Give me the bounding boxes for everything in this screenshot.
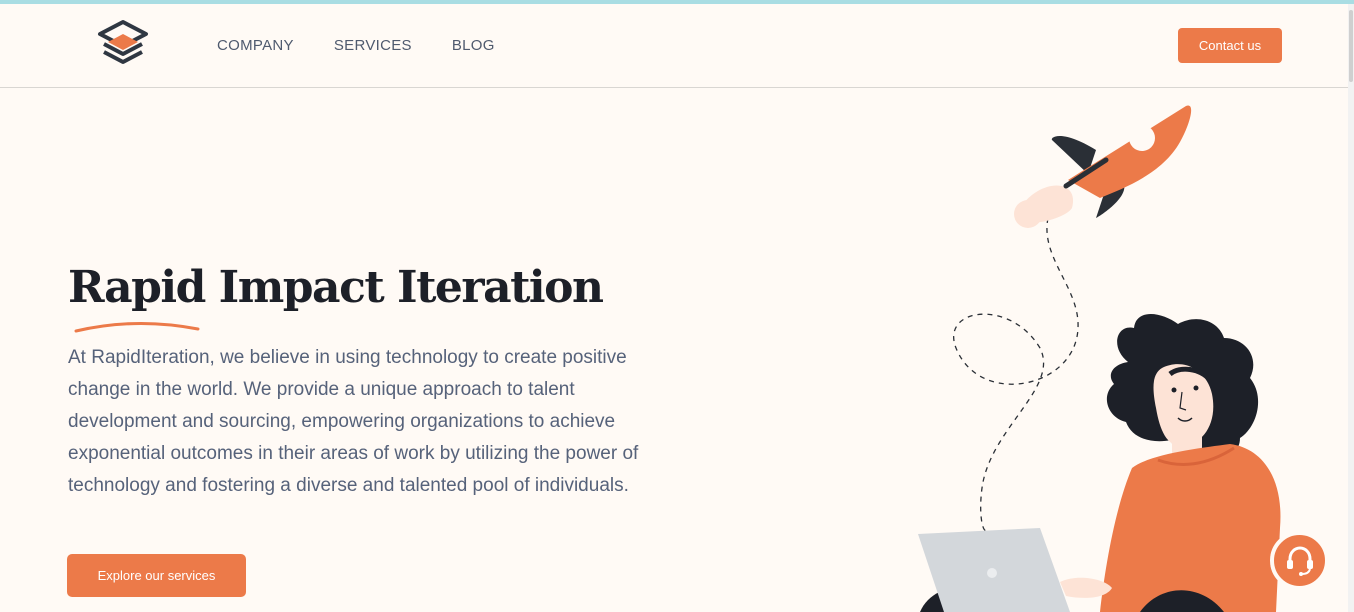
contact-us-button[interactable]: Contact us (1178, 28, 1282, 63)
nav-blog[interactable]: BLOG (452, 37, 495, 54)
nav-company[interactable]: COMPANY (217, 37, 294, 54)
stacked-layers-icon[interactable] (96, 18, 150, 70)
explore-services-button[interactable]: Explore our services (67, 554, 246, 597)
hero-description: At RapidIteration, we believe in using t… (68, 347, 639, 496)
woman-with-laptop-illustration (918, 105, 1281, 612)
headset-icon (1286, 545, 1313, 576)
hero-title: Rapid Impact Iteration (68, 262, 604, 313)
scrollbar-thumb[interactable] (1349, 10, 1353, 82)
title-underline-swoosh (74, 322, 200, 333)
main-nav: COMPANY SERVICES BLOG (217, 37, 535, 54)
support-chat-button[interactable] (1270, 531, 1329, 590)
site-header: COMPANY SERVICES BLOG Contact us (0, 4, 1348, 88)
nav-services[interactable]: SERVICES (334, 37, 412, 54)
page-scrollbar[interactable] (1348, 4, 1354, 612)
